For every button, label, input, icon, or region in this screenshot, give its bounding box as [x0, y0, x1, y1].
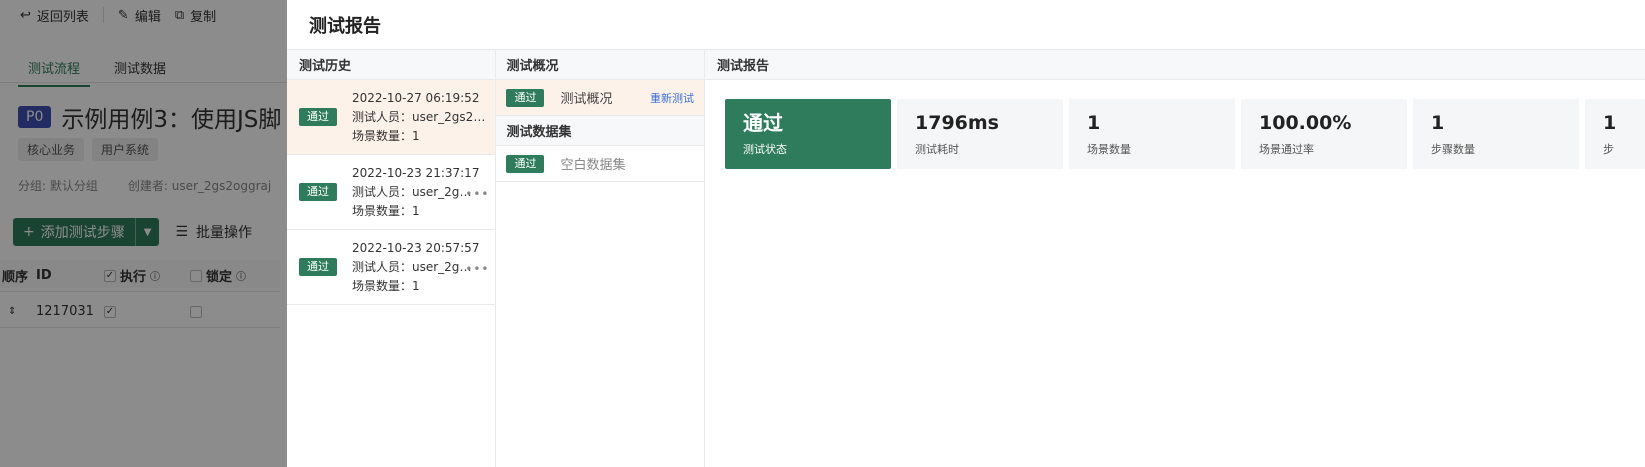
dataset-item-label: 空白数据集	[560, 158, 626, 173]
stat-card-status: 通过 测试状态	[725, 99, 891, 169]
history-time: 2022-10-23 20:57:57	[352, 240, 480, 255]
history-title: 测试历史	[287, 50, 496, 80]
history-time: 2022-10-27 06:19:52	[352, 90, 480, 105]
history-tester: 测试人员：user_2gs2og...	[352, 109, 492, 124]
stat-card-scene-count: 1 场景数量	[1069, 99, 1235, 169]
drawer-columns: 测试历史 通过 2022-10-27 06:19:52 测试人员：user_2g…	[287, 50, 1645, 467]
history-item[interactable]: 通过 2022-10-27 06:19:52 测试人员：user_2gs2og.…	[287, 80, 496, 155]
status-badge: 通过	[299, 108, 337, 126]
stat-card-cut-off: 1 步	[1585, 99, 1645, 169]
report-stats: 通过 测试状态 1796ms 测试耗时 1 场景数量 100.00% 场景通过率…	[705, 80, 1645, 169]
overview-column: 测试概况 通过 测试概况 重新测试 测试数据集 通过 空白数据集	[496, 50, 705, 467]
dataset-title: 测试数据集	[496, 116, 704, 146]
more-icon[interactable]: •••	[465, 262, 489, 276]
history-scenes: 场景数量：1	[352, 278, 420, 293]
retest-link[interactable]: 重新测试	[650, 90, 694, 106]
dataset-item[interactable]: 通过 空白数据集	[496, 146, 704, 182]
history-item[interactable]: 通过 2022-10-23 21:37:17 测试人员：user_2gs... …	[287, 155, 496, 230]
status-badge: 通过	[506, 154, 545, 173]
test-report-drawer: 测试报告 测试历史 通过 2022-10-27 06:19:52 测试人员：us…	[287, 0, 1645, 467]
history-item[interactable]: 通过 2022-10-23 20:57:57 测试人员：user_2gs... …	[287, 230, 496, 305]
history-time: 2022-10-23 21:37:17	[352, 165, 480, 180]
stat-card-duration: 1796ms 测试耗时	[897, 99, 1063, 169]
more-icon[interactable]: •••	[465, 187, 489, 201]
status-badge: 通过	[506, 88, 545, 107]
drawer-title: 测试报告	[287, 0, 1645, 50]
status-badge: 通过	[299, 183, 337, 201]
history-tester: 测试人员：user_2gs...	[352, 259, 472, 274]
report-title: 测试报告	[705, 50, 1645, 80]
history-tester: 测试人员：user_2gs...	[352, 184, 472, 199]
history-column: 测试历史 通过 2022-10-27 06:19:52 测试人员：user_2g…	[287, 50, 497, 467]
stat-card-step-count: 1 步骤数量	[1413, 99, 1579, 169]
overview-title: 测试概况	[496, 50, 704, 80]
history-scenes: 场景数量：1	[352, 203, 420, 218]
report-column: 测试报告 通过 测试状态 1796ms 测试耗时 1 场景数量 100.00% …	[705, 50, 1645, 467]
overview-item[interactable]: 通过 测试概况 重新测试	[496, 80, 704, 116]
stat-card-scene-pass-rate: 100.00% 场景通过率	[1241, 99, 1407, 169]
history-scenes: 场景数量：1	[352, 128, 420, 143]
status-badge: 通过	[299, 258, 337, 276]
overview-item-label: 测试概况	[560, 92, 613, 107]
